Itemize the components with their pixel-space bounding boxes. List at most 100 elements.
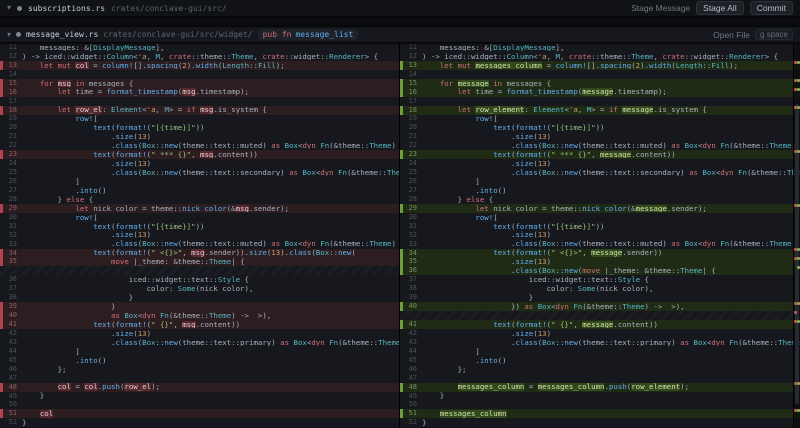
code-line[interactable]: messages: &[DisplayMessage],: [422, 44, 800, 51]
code-line[interactable]: .into(): [22, 357, 399, 364]
code-line[interactable]: .size(13): [422, 258, 800, 265]
code-line[interactable]: .size(13): [22, 133, 399, 140]
commit-button[interactable]: Commit: [750, 1, 793, 15]
line-number: 27: [403, 187, 422, 194]
code-line[interactable]: row![: [422, 214, 800, 221]
code-line[interactable]: }: [22, 294, 399, 301]
file-name[interactable]: message_view.rs: [26, 30, 98, 39]
code-line[interactable]: .size(13): [422, 330, 800, 337]
code-line[interactable]: };: [422, 366, 800, 373]
code-line[interactable]: text(format!(" {}", message.content)): [422, 321, 800, 328]
code-line[interactable]: let row_el: Element<'a, M> = if msg.is_s…: [22, 106, 399, 113]
code-line[interactable]: text(format!("[{time}]")): [22, 124, 399, 131]
code-line[interactable]: .size(13): [22, 160, 399, 167]
code-line[interactable]: .size(13): [22, 330, 399, 337]
code-line[interactable]: }: [22, 392, 399, 399]
code-line[interactable]: ]: [22, 178, 399, 185]
code-line[interactable]: let nick_color = theme::nick_color(&msg.…: [22, 205, 399, 212]
code-line[interactable]: row![: [422, 115, 800, 122]
code-line[interactable]: }: [422, 294, 800, 301]
line-number: 19: [403, 115, 422, 122]
code-line[interactable]: .class(Box::new(theme::text::muted) as B…: [22, 240, 399, 247]
diff-row-line-52: 52}: [400, 418, 800, 427]
code-line[interactable]: col: [22, 410, 399, 417]
diff-row-line-26: 26 ]: [400, 177, 800, 186]
open-file-button[interactable]: Open File: [713, 30, 750, 40]
code-line[interactable]: };: [22, 366, 399, 373]
code-line[interactable]: } else {: [422, 196, 800, 203]
code-line[interactable]: let mut col = column![].spacing(2).width…: [22, 62, 399, 69]
code-line[interactable]: ) -> iced::widget::Column<'a, M, crate::…: [422, 53, 800, 60]
code-line[interactable]: color: Some(nick_color),: [22, 285, 399, 292]
code-line[interactable]: .class(Box::new(move |_theme: &theme::Th…: [422, 267, 800, 274]
code-line[interactable]: text(format!(" {}", msg.content)): [22, 321, 399, 328]
code-line[interactable]: .class(Box::new(theme::text::primary) as…: [22, 339, 399, 346]
code-line[interactable]: as Box<dyn Fn(&theme::Theme) -> _>),: [22, 312, 399, 319]
code-line[interactable]: text(format!(" <{}>", msg.sender)).size(…: [22, 249, 399, 256]
code-line[interactable]: .size(13): [22, 231, 399, 238]
code-line[interactable]: }: [22, 419, 399, 426]
code-line[interactable]: text(format!(" *** {}", message.content)…: [422, 151, 800, 158]
code-line[interactable]: row![: [22, 214, 399, 221]
code-line[interactable]: } else {: [22, 196, 399, 203]
line-number: 33: [3, 241, 22, 248]
chevron-down-icon[interactable]: ▾: [7, 4, 11, 12]
code-line[interactable]: }: [22, 303, 399, 310]
code-line[interactable]: .class(Box::new(theme::text::primary) as…: [422, 339, 800, 346]
code-line[interactable]: ) -> iced::widget::Column<'a, M, crate::…: [22, 53, 399, 60]
code-line[interactable]: .size(13): [422, 160, 800, 167]
code-line[interactable]: move |_theme: &theme::Theme| {: [22, 258, 399, 265]
code-line[interactable]: text(format!("[{time}]")): [422, 124, 800, 131]
code-line[interactable]: .size(13): [422, 133, 800, 140]
toolbar-file-name[interactable]: subscriptions.rs: [28, 4, 105, 13]
code-line[interactable]: col = col.push(row_el);: [22, 383, 399, 390]
code-line[interactable]: .class(Box::new(theme::text::muted) as B…: [22, 142, 399, 149]
code-line[interactable]: .class(Box::new(theme::text::secondary) …: [22, 169, 399, 176]
line-number: 33: [403, 241, 422, 248]
code-line[interactable]: color: Some(nick_color),: [422, 285, 800, 292]
diff-row-line-48: 48 messages_column = messages_column.pus…: [400, 383, 800, 392]
line-number: 35: [403, 258, 422, 265]
stage-all-button[interactable]: Stage All: [696, 1, 744, 15]
diff-pane-old[interactable]: 11 messages: &[DisplayMessage],12) -> ic…: [0, 43, 400, 427]
breadcrumb[interactable]: pub fn message_list: [258, 29, 359, 40]
code-line[interactable]: let nick_color = theme::nick_color(&mess…: [422, 205, 800, 212]
code-line[interactable]: let row_element: Element<'a, M> = if mes…: [422, 106, 800, 113]
code-line[interactable]: row![: [22, 115, 399, 122]
code-line[interactable]: ]: [422, 178, 800, 185]
code-line[interactable]: messages_column: [422, 410, 800, 417]
code-line[interactable]: for msg in messages {: [22, 80, 399, 87]
code-line[interactable]: let mut messages_column = column![].spac…: [422, 62, 800, 69]
code-line[interactable]: text(format!(" <{}>", message.sender)): [422, 249, 800, 256]
diff-row-line-23: 23 text(format!(" *** {}", message.conte…: [400, 150, 800, 159]
scrollbar[interactable]: [793, 43, 800, 427]
code-line[interactable]: messages_column = messages_column.push(r…: [422, 383, 800, 390]
stage-message-label[interactable]: Stage Message: [631, 3, 690, 13]
line-number: 42: [3, 330, 22, 337]
code-line[interactable]: ]: [22, 348, 399, 355]
code-line[interactable]: .into(): [22, 187, 399, 194]
code-line[interactable]: .class(Box::new(theme::text::secondary) …: [422, 169, 800, 176]
code-line[interactable]: }: [422, 419, 800, 426]
code-line[interactable]: for message in messages {: [422, 80, 800, 87]
code-line[interactable]: let time = format_timestamp(message.time…: [422, 88, 800, 95]
code-line[interactable]: ]: [422, 348, 800, 355]
code-line[interactable]: messages: &[DisplayMessage],: [22, 44, 399, 51]
code-line[interactable]: text(format!("[{time}]")): [422, 223, 800, 230]
code-line[interactable]: text(format!(" *** {}", msg.content)): [22, 151, 399, 158]
code-line[interactable]: }) as Box<dyn Fn(&theme::Theme) -> _>),: [422, 303, 800, 310]
chevron-down-icon[interactable]: ▾: [7, 31, 11, 39]
file-header[interactable]: ▾ message_view.rs crates/conclave-gui/sr…: [0, 27, 800, 43]
code-line[interactable]: iced::widget::text::Style {: [22, 276, 399, 283]
code-line[interactable]: }: [422, 392, 800, 399]
code-line[interactable]: .class(Box::new(theme::text::muted) as B…: [422, 240, 800, 247]
code-line[interactable]: let time = format_timestamp(msg.timestam…: [22, 88, 399, 95]
code-line[interactable]: iced::widget::text::Style {: [422, 276, 800, 283]
diff-pane-new[interactable]: 11 messages: &[DisplayMessage],12) -> ic…: [400, 43, 800, 427]
code-line[interactable]: .into(): [422, 187, 800, 194]
code-line[interactable]: text(format!("[{time}]")): [22, 223, 399, 230]
line-number: 38: [3, 294, 22, 301]
code-line[interactable]: .class(Box::new(theme::text::muted) as B…: [422, 142, 800, 149]
code-line[interactable]: .into(): [422, 357, 800, 364]
code-line[interactable]: .size(13): [422, 231, 800, 238]
